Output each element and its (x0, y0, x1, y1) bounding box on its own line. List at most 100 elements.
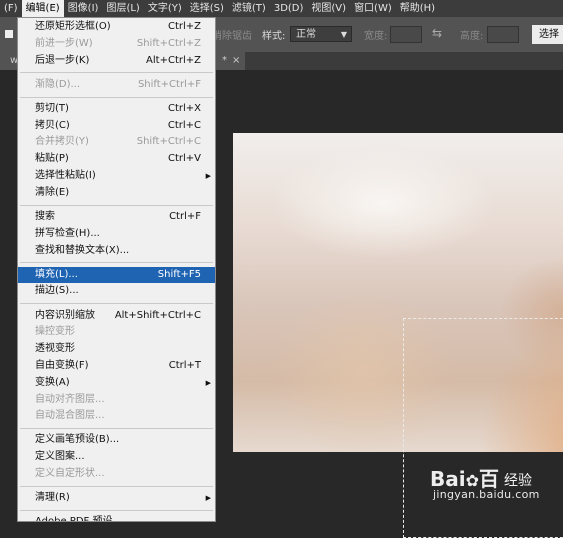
menu-10[interactable]: 帮助(H) (396, 0, 439, 17)
menu-item: 定义自定形状... (18, 466, 215, 482)
menu-3[interactable]: 图层(L) (102, 0, 143, 17)
menu-9[interactable]: 窗口(W) (350, 0, 396, 17)
menu-item-label: 填充(L)... (35, 268, 78, 280)
style-select-value: 正常 (296, 29, 316, 40)
menu-item[interactable]: 描边(S)... (18, 283, 215, 299)
menu-item-label: 清除(E) (35, 186, 70, 198)
menu-item: 前进一步(W) Shift+Ctrl+Z (18, 36, 215, 52)
watermark-site-name: 经验 (504, 473, 532, 489)
menu-1[interactable]: 编辑(E) (21, 0, 64, 17)
menu-item-shortcut: Ctrl+F (169, 210, 201, 222)
menu-item-shortcut: Alt+Shift+Ctrl+C (114, 309, 201, 321)
menu-item[interactable]: 自由变换(F) Ctrl+T (18, 358, 215, 374)
edit-menu-dropdown: 还原矩形选框(O) Ctrl+Z 前进一步(W) Shift+Ctrl+Z 后退一步(K… (17, 17, 216, 522)
style-select[interactable]: 正常 ▼ (290, 26, 352, 42)
menu-5[interactable]: 选择(S) (186, 0, 228, 17)
menu-item-label: 粘贴(P) (35, 153, 69, 165)
menu-item-label: 清理(R) (35, 492, 70, 504)
menu-item[interactable]: 后退一步(K) Alt+Ctrl+Z (18, 53, 215, 69)
menu-item[interactable]: 还原矩形选框(O) Ctrl+Z (18, 19, 215, 35)
anti-alias-label: 消除锯齿 (212, 31, 252, 42)
menu-item[interactable]: 粘贴(P) Ctrl+V (18, 151, 215, 167)
menu-item-shortcut: Ctrl+V (167, 153, 201, 165)
menu-item[interactable]: Adobe PDF 预设... (18, 514, 215, 522)
menu-item-label: 拼写检查(H)... (35, 227, 100, 239)
menu-item-label: 透视变形 (35, 343, 75, 355)
menu-item-label: 自由变换(F) (35, 359, 89, 371)
menu-item-label: 自动对齐图层... (35, 393, 105, 405)
menu-item-label: 定义自定形状... (35, 468, 105, 479)
menu-item[interactable]: 内容识别缩放 Alt+Shift+Ctrl+C (18, 308, 215, 324)
width-label: 宽度: (364, 31, 388, 42)
menu-item-shortcut: Ctrl+C (167, 119, 201, 131)
menu-item-shortcut: Alt+Ctrl+Z (146, 54, 201, 66)
menu-4[interactable]: 文字(Y) (144, 0, 186, 17)
menu-item-label: 后退一步(K) (35, 54, 90, 66)
menu-item-shortcut: Ctrl+X (167, 102, 201, 114)
menu-item: 操控变形 (18, 324, 215, 340)
menu-item[interactable]: 拷贝(C) Ctrl+C (18, 118, 215, 134)
menu-item-shortcut: Ctrl+T (168, 359, 201, 371)
menu-8[interactable]: 视图(V) (307, 0, 350, 17)
submenu-arrow-icon: ▶ (205, 494, 211, 503)
menu-item-label: Adobe PDF 预设... (35, 516, 123, 522)
style-label: 样式: (262, 31, 286, 42)
menu-bar: (F) 编辑(E) 图像(I) 图层(L) 文字(Y) 选择(S) 滤镜(T) 3D(D) 视图… (0, 0, 563, 17)
swap-icon[interactable]: ⇆ (432, 26, 442, 40)
menu-item[interactable]: 搜索 Ctrl+F (18, 209, 215, 225)
menu-item-label: 自动混合图层... (35, 410, 105, 422)
menu-separator (20, 303, 213, 305)
menu-item-label: 内容识别缩放 (35, 309, 95, 321)
width-input[interactable] (390, 26, 422, 43)
submenu-arrow-icon: ▶ (205, 378, 211, 387)
watermark-url: jingyan.baidu.com (433, 488, 540, 501)
menu-item-shortcut: Ctrl+Z (167, 21, 201, 32)
menu-separator (20, 509, 213, 511)
selection-marquee (403, 318, 563, 538)
menu-separator (20, 72, 213, 74)
menu-0[interactable]: (F) (0, 0, 22, 17)
menu-item[interactable]: 查找和替换文本(X)... (18, 243, 215, 259)
menu-item-label: 合并拷贝(Y) (35, 136, 89, 148)
menu-separator (20, 204, 213, 206)
checkbox[interactable] (5, 30, 13, 38)
menu-item-shortcut: Shift+Ctrl+Z (136, 37, 201, 49)
menu-item-label: 查找和替换文本(X)... (35, 244, 130, 256)
menu-item[interactable]: 选择性粘贴(I) ▶ (18, 168, 215, 184)
menu-item[interactable]: 清除(E) (18, 185, 215, 201)
menu-item: 渐隐(D)... Shift+Ctrl+F (18, 77, 215, 93)
menu-item-label: 选择性粘贴(I) (35, 170, 96, 181)
close-icon[interactable]: × (232, 52, 240, 70)
menu-6[interactable]: 滤镜(T) (228, 0, 270, 17)
menu-2[interactable]: 图像(I) (64, 0, 103, 17)
menu-item[interactable]: 定义画笔预设(B)... (18, 432, 215, 448)
menu-7[interactable]: 3D(D) (270, 0, 308, 17)
menu-item-shortcut: Shift+F5 (157, 268, 201, 280)
select-and-mask-button[interactable]: 选择 (532, 25, 563, 44)
tab-modified-mark: * (222, 55, 227, 66)
menu-item[interactable]: 变换(A) ▶ (18, 375, 215, 391)
menu-item[interactable]: 清理(R) ▶ (18, 490, 215, 506)
menu-item[interactable]: 填充(L)... Shift+F5 (18, 266, 215, 283)
menu-item-label: 搜索 (35, 210, 55, 222)
menu-separator (20, 485, 213, 487)
menu-separator (20, 96, 213, 98)
menu-item-label: 定义画笔预设(B)... (35, 434, 120, 446)
menu-item-shortcut: Shift+Ctrl+C (136, 136, 201, 148)
menu-item: 自动对齐图层... (18, 392, 215, 408)
menu-item[interactable]: 剪切(T) Ctrl+X (18, 101, 215, 117)
height-label: 高度: (460, 31, 484, 42)
menu-item[interactable]: 透视变形 (18, 341, 215, 357)
menu-item-label: 剪切(T) (35, 102, 69, 114)
menu-item-label: 定义图案... (35, 451, 85, 463)
height-input[interactable] (487, 26, 519, 43)
submenu-arrow-icon: ▶ (205, 172, 211, 180)
chevron-down-icon: ▼ (340, 30, 347, 39)
menu-item: 自动混合图层... (18, 408, 215, 424)
menu-item[interactable]: 定义图案... (18, 449, 215, 465)
menu-item-label: 还原矩形选框(O) (35, 21, 111, 32)
menu-item[interactable]: 拼写检查(H)... (18, 226, 215, 242)
menu-item: 合并拷贝(Y) Shift+Ctrl+C (18, 134, 215, 150)
menu-item-label: 前进一步(W) (35, 37, 93, 49)
menu-item-label: 描边(S)... (35, 285, 79, 297)
